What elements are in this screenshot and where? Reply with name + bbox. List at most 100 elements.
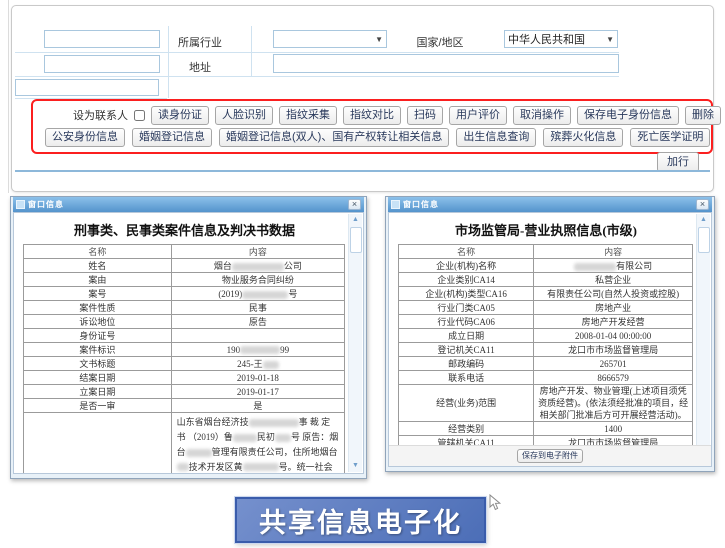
table-row: 立案日期 2019-01-17: [23, 384, 346, 399]
close-icon[interactable]: ×: [348, 199, 361, 210]
redacted-text: [274, 433, 291, 442]
toolbar-button[interactable]: 保存电子身份信息: [577, 105, 679, 125]
toolbar-button[interactable]: 殡葬火化信息: [543, 127, 624, 147]
close-icon[interactable]: ×: [696, 199, 709, 210]
window-icon: [391, 200, 400, 209]
industry-select[interactable]: ▼: [273, 30, 387, 48]
add-row-button[interactable]: 加行: [657, 152, 699, 172]
toolbar-button[interactable]: 婚姻登记信息: [132, 127, 212, 147]
industry-label: 所属行业: [178, 37, 222, 49]
top-form-panel: 所属行业 ▼ 国家/地区 中华人民共和国 ▼ 地址 设为联系人 读身份证 人脸识别…: [11, 5, 721, 192]
toolbar-buttons-row2: 公安身份信息 婚姻登记信息 婚姻登记信息(双人)、国有产权转让相关信息 出生信息查询殡…: [45, 127, 711, 147]
cell-name: 企业(机构)类型CA16: [397, 286, 535, 301]
redacted-text: [240, 346, 281, 355]
popup-window-court-case: 窗口信息 × 刑事类、民事类案件信息及判决书数据 名称 内容 姓名 烟台 公司 案由物…: [10, 196, 367, 479]
scroll-down-icon[interactable]: ▼: [349, 460, 362, 472]
form-field-1[interactable]: [44, 30, 160, 48]
shared-info-banner: 共享信息电子化: [235, 497, 486, 543]
table-row: 企业(机构)名称 有限公司: [397, 258, 693, 273]
country-select-value: 中华人民共和国: [508, 34, 585, 46]
toolbar-button[interactable]: 扫码: [407, 105, 443, 125]
banner-text: 共享信息电子化: [259, 507, 462, 538]
toolbar-button[interactable]: 读身份证: [151, 105, 209, 125]
grid-line: [251, 26, 252, 76]
table-row: 企业(机构)类型CA16 有限责任公司(自然人投资或控股): [397, 286, 693, 301]
cell-name: 文书标题: [23, 356, 172, 371]
scrollbar[interactable]: ▲ ▼: [348, 214, 362, 472]
address-input[interactable]: [273, 54, 619, 73]
redacted-text: [574, 262, 617, 271]
cell-name: 是否一审: [23, 398, 172, 413]
cell-name: 案号: [23, 286, 172, 301]
toolbar-button[interactable]: 指纹对比: [343, 105, 401, 125]
cell-name: 行业代码CA06: [397, 314, 535, 329]
country-select[interactable]: 中华人民共和国 ▼: [504, 30, 618, 48]
cell-value: 原告: [170, 314, 346, 329]
window-heading: 市场监管局-营业执照信息(市级): [455, 223, 637, 238]
table-row: 行业代码CA06 房地产开发经营: [397, 314, 693, 329]
page: 所属行业 ▼ 国家/地区 中华人民共和国 ▼ 地址 设为联系人 读身份证 人脸识别…: [0, 0, 725, 548]
form-field-3[interactable]: [15, 79, 159, 96]
mouse-cursor-icon: [489, 494, 502, 511]
scrollbar[interactable]: ▲ ▼: [696, 214, 710, 465]
table-row: 案由 物业服务合同纠纷: [23, 272, 346, 287]
cell-value: 房地产开发、物业管理(上述项目须凭资质经营)。(依法须经批准的项目，经相关部门批…: [533, 383, 693, 423]
scroll-up-icon[interactable]: ▲: [349, 214, 362, 226]
cell-name: 登记机关CA11: [397, 342, 535, 357]
window-icon: [16, 200, 25, 209]
save-attachment-button[interactable]: 保存到电子附件: [517, 449, 583, 463]
window-titlebar-text: 窗口信息: [403, 200, 439, 209]
table-row: 是否一审是: [23, 398, 346, 413]
table-row: 案件标识 190 99: [23, 342, 346, 357]
window-titlebar[interactable]: 窗口信息 ×: [388, 197, 712, 212]
redacted-text: [231, 262, 284, 271]
toolbar-button[interactable]: 出生信息查询: [456, 127, 537, 147]
cell-value: 私营企业: [533, 272, 693, 287]
toolbar-button[interactable]: 人脸识别: [215, 105, 273, 125]
cell-name: 行业门类CA05: [397, 300, 535, 315]
toolbar-button[interactable]: 公安身份信息: [45, 127, 125, 147]
cell-name: 成立日期: [397, 328, 535, 343]
cell-value: [170, 328, 346, 343]
cell-name: 经营类别: [397, 421, 535, 437]
toolbar-button[interactable]: 婚姻登记信息(双人)、国有产权转让相关信息: [219, 127, 450, 147]
cell-name: 企业(机构)名称: [397, 258, 535, 273]
window-titlebar[interactable]: 窗口信息 ×: [13, 197, 364, 212]
cell-value: 有限公司: [533, 258, 693, 273]
cell-name: 联系电话: [397, 370, 535, 385]
table-row: 身份证号: [23, 328, 346, 343]
toolbar-button[interactable]: 取消操作: [513, 105, 571, 125]
cell-value: (2019) 号: [170, 286, 346, 301]
redacted-text: [242, 463, 279, 472]
cell-value: 房地产开发经营: [533, 314, 693, 329]
cell-value: 1400: [533, 421, 693, 437]
cell-name: 姓名: [23, 258, 172, 273]
left-divider: [8, 0, 9, 193]
table-row: 邮政编码 265701: [397, 356, 693, 371]
toolbar-button[interactable]: 指纹采集: [279, 105, 337, 125]
cell-name: 企业类别CA14: [397, 272, 535, 287]
scrollbar-thumb[interactable]: [698, 227, 710, 253]
table-row: 登记机关CA11 龙口市市场监督管理局: [397, 342, 693, 357]
cell-name: 结案日期: [23, 370, 172, 385]
cell-name: 案件标识: [23, 342, 172, 357]
table-header-row: 名称 内容: [23, 244, 346, 259]
column-header: 名称: [397, 244, 535, 259]
data-table: 名称 内容 姓名 烟台 公司 案由 物业服务合同纠纷 案号 (2019) 号案件性质 民事 诉讼地…: [23, 244, 346, 473]
window-heading: 刑事类、民事类案件信息及判决书数据: [73, 223, 295, 238]
column-header: 内容: [533, 244, 693, 259]
cell-value: 8666579: [533, 370, 693, 385]
form-field-2[interactable]: [44, 55, 160, 73]
toolbar-button[interactable]: 用户评价: [449, 105, 507, 125]
set-contact-checkbox[interactable]: [134, 109, 145, 121]
panel-bottom-rule: [15, 170, 710, 172]
scroll-up-icon[interactable]: ▲: [697, 214, 710, 226]
scrollbar-thumb[interactable]: [350, 227, 362, 253]
window-footer: 保存到电子附件: [389, 445, 711, 466]
redacted-text: [248, 418, 299, 427]
toolbar-button[interactable]: 死亡医学证明: [630, 127, 711, 147]
toolbar-row-1: 设为联系人 读身份证 人脸识别 指纹采集 指纹对比 扫码 用户评价 取消操作 保存电子身份信息…: [73, 105, 721, 125]
toolbar-button[interactable]: 删除: [685, 105, 721, 125]
cell-value: 245-王: [170, 356, 346, 371]
table-row: 诉讼地位 原告: [23, 314, 346, 329]
